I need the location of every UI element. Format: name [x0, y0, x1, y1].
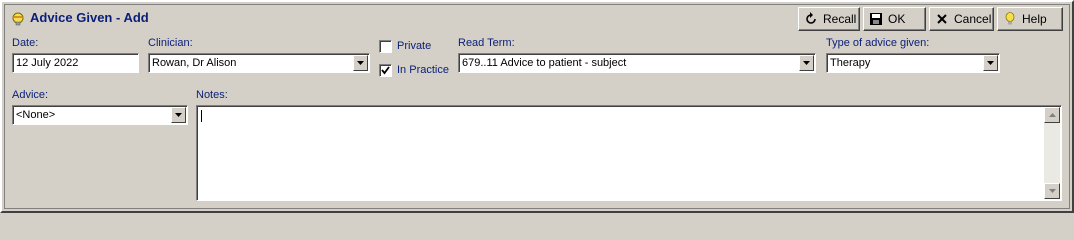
read-term-label: Read Term:	[458, 37, 515, 49]
advice-label: Advice:	[12, 89, 49, 101]
chevron-down-icon[interactable]	[983, 55, 998, 71]
advice-type-select[interactable]: Therapy	[826, 53, 1000, 73]
advice-select[interactable]: <None>	[12, 105, 188, 125]
ok-button[interactable]: OK	[863, 7, 926, 31]
clinician-select[interactable]: Rowan, Dr Alison	[148, 53, 370, 73]
window-title: Advice Given - Add	[30, 10, 149, 25]
recall-button-label: Recall	[823, 12, 857, 26]
cancel-button-label: Cancel	[954, 12, 992, 26]
advice-bulb-icon	[10, 11, 26, 27]
help-button[interactable]: Help	[997, 7, 1063, 31]
scroll-up-icon[interactable]	[1044, 107, 1060, 123]
clinician-value: Rowan, Dr Alison	[152, 57, 237, 69]
read-term-value: 679..11 Advice to patient - subject	[462, 57, 627, 69]
advice-given-window: Advice Given - Add Recall OK Cancel Help…	[0, 0, 1074, 213]
notes-scrollbar[interactable]	[1044, 107, 1060, 199]
scroll-down-icon[interactable]	[1044, 183, 1060, 199]
notes-textarea[interactable]	[196, 105, 1062, 201]
help-bulb-icon	[1002, 11, 1018, 27]
recall-arrow-icon	[803, 11, 819, 27]
chevron-down-icon[interactable]	[799, 55, 814, 71]
ok-button-label: OK	[888, 12, 906, 26]
read-term-select[interactable]: 679..11 Advice to patient - subject	[458, 53, 816, 73]
checkmark-icon	[381, 66, 390, 75]
date-label: Date:	[12, 37, 39, 49]
chevron-down-icon[interactable]	[171, 107, 186, 123]
advice-type-value: Therapy	[830, 57, 871, 69]
chevron-down-icon[interactable]	[353, 55, 368, 71]
clinician-label: Clinician:	[148, 37, 193, 49]
text-caret	[201, 110, 202, 122]
notes-label: Notes:	[196, 89, 228, 101]
private-label: Private	[397, 40, 432, 52]
advice-value: <None>	[16, 109, 56, 121]
cancel-button[interactable]: Cancel	[929, 7, 994, 31]
in-practice-checkbox[interactable]	[379, 64, 392, 77]
recall-button[interactable]: Recall	[798, 7, 860, 31]
help-button-label: Help	[1022, 12, 1047, 26]
advice-type-label: Type of advice given:	[826, 37, 930, 49]
in-practice-label: In Practice	[397, 64, 449, 76]
private-checkbox[interactable]	[379, 40, 392, 53]
date-field[interactable]: 12 July 2022	[12, 53, 139, 73]
close-x-icon	[934, 11, 950, 27]
save-disk-icon	[868, 11, 884, 27]
